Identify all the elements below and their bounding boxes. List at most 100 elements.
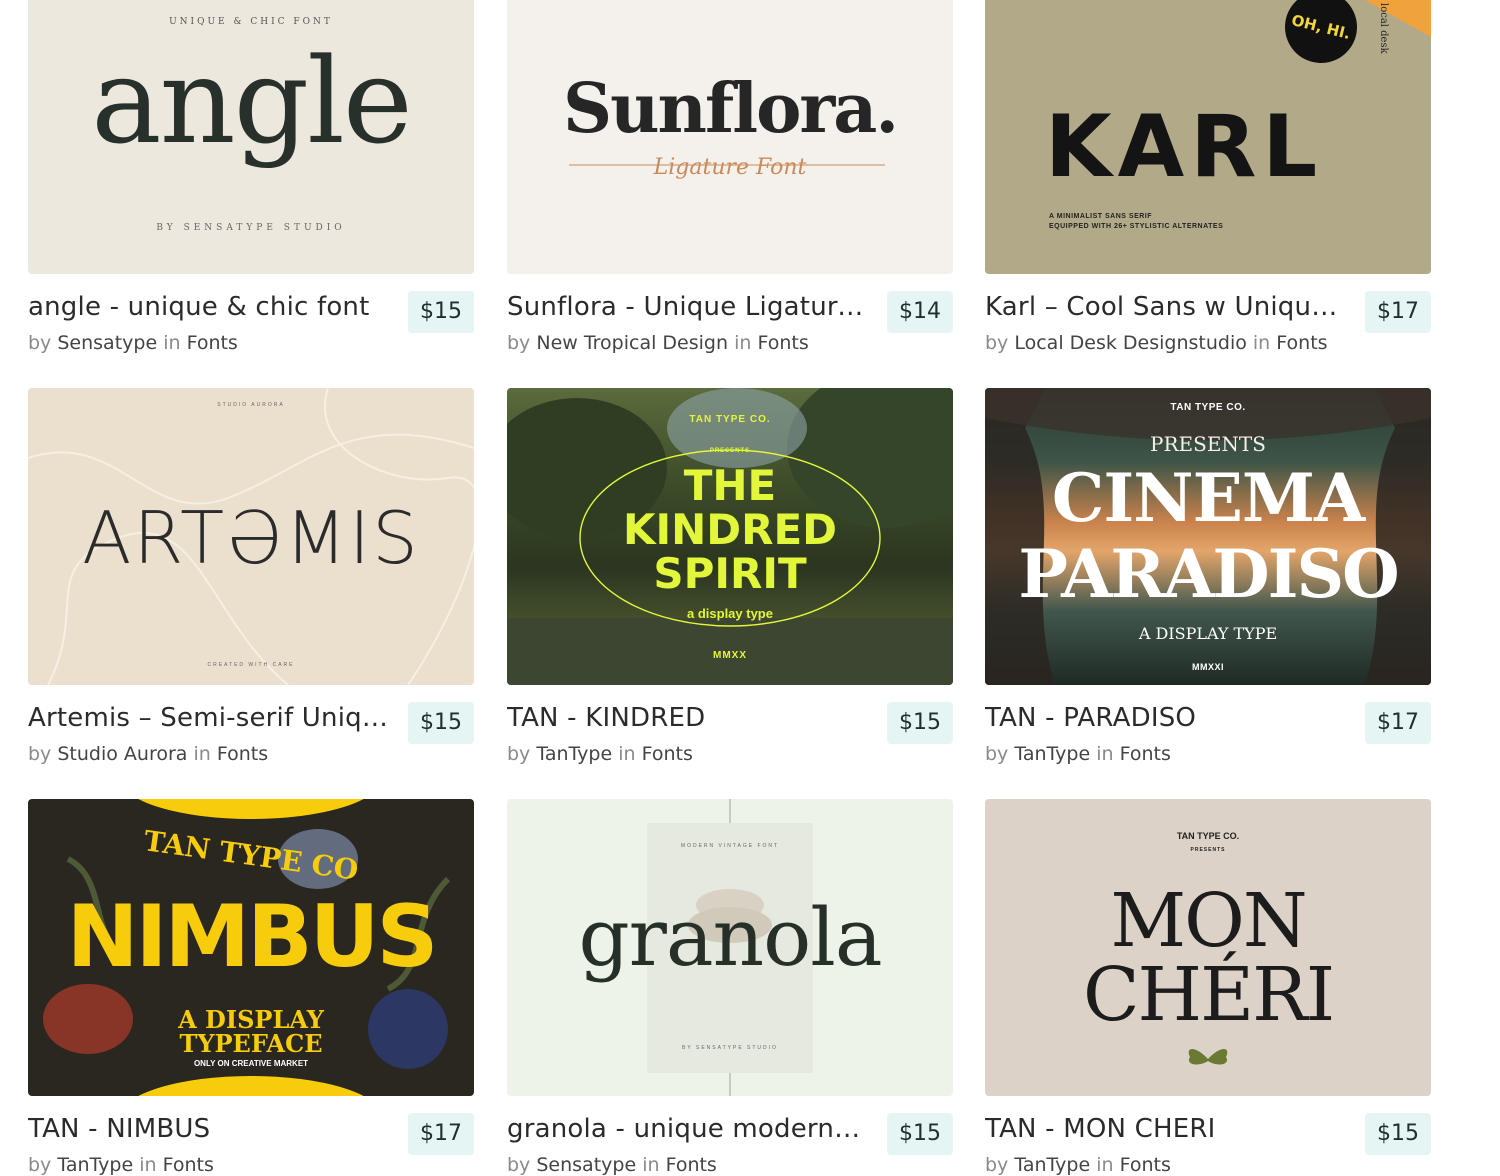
product-thumbnail[interactable]: STUDIO AURORA ARTƏMIS CREATED WITH CARE [28, 388, 474, 685]
in-label: in [1096, 743, 1114, 765]
author-link[interactable]: Sensatype [536, 1154, 636, 1176]
thumb-subline-2: EQUIPPED WITH 26+ STYLISTIC ALTERNATES [1049, 223, 1224, 230]
category-link[interactable]: Fonts [1120, 1154, 1171, 1176]
product-title[interactable]: angle - unique & chic font [28, 292, 388, 322]
author-link[interactable]: TanType [57, 1154, 133, 1176]
thumb-subline-1: A MINIMALIST SANS SERIF [1049, 213, 1153, 220]
product-card: TAN TYPE CO. PRESENTS THE KINDRED SPIRIT… [507, 388, 953, 765]
price-badge: $14 [887, 291, 953, 333]
product-card: OH, HI. local desk KARL A MINIMALIST SAN… [985, 0, 1431, 354]
product-title[interactable]: Sunflora - Unique Ligature Font [507, 292, 867, 322]
product-thumbnail[interactable]: TAN TYPE CO. PRESENTS MON CHÉRI [985, 799, 1431, 1096]
thumb-presents: PRESENTS [1150, 432, 1266, 456]
product-title[interactable]: Artemis – Semi-serif Unique Font [28, 703, 388, 733]
product-title[interactable]: TAN - MON CHERI [985, 1114, 1345, 1144]
product-card: TAN TYPE CO. PRESENTS MON CHÉRI TAN - MO… [985, 799, 1431, 1176]
category-link[interactable]: Fonts [1276, 332, 1327, 354]
product-card: MODERN VINTAGE FONT granola BY SENSATYPE… [507, 799, 953, 1176]
product-title[interactable]: TAN - PARADISO [985, 703, 1345, 733]
thumb-line-2: KINDRED [622, 505, 838, 554]
product-title[interactable]: granola - unique modern vintage font [507, 1114, 867, 1144]
product-thumbnail[interactable]: OH, HI. local desk KARL A MINIMALIST SAN… [985, 0, 1431, 274]
thumb-tagline: STUDIO AURORA [217, 402, 285, 408]
by-label: by [985, 332, 1009, 354]
price-badge: $15 [408, 702, 474, 744]
category-link[interactable]: Fonts [757, 332, 808, 354]
price-badge: $17 [1365, 291, 1431, 333]
by-label: by [28, 743, 52, 765]
product-title[interactable]: TAN - NIMBUS [28, 1114, 388, 1144]
product-card: TAN TYPE CO NIMBUS A DISPLAY TYPEFACE ON… [28, 799, 474, 1176]
thumb-wordmark: angle [91, 32, 412, 170]
thumb-subline-2: TYPEFACE [179, 1029, 323, 1058]
product-byline: by TanType in Fonts [28, 1154, 214, 1176]
product-card: STUDIO AURORA ARTƏMIS CREATED WITH CARE … [28, 388, 474, 765]
product-thumbnail[interactable]: MODERN VINTAGE FONT granola BY SENSATYPE… [507, 799, 953, 1096]
in-label: in [163, 332, 181, 354]
by-label: by [507, 743, 531, 765]
thumb-line-3: SPIRIT [653, 549, 807, 598]
by-label: by [507, 332, 531, 354]
author-link[interactable]: TanType [1014, 743, 1090, 765]
category-link[interactable]: Fonts [666, 1154, 717, 1176]
product-card: Sunflora. Ligature Font Sunflora - Uniqu… [507, 0, 953, 354]
thumb-wordmark: ARTƏMIS [82, 496, 420, 580]
author-link[interactable]: New Tropical Design [536, 332, 728, 354]
category-link[interactable]: Fonts [187, 332, 238, 354]
in-label: in [618, 743, 636, 765]
by-label: by [28, 332, 52, 354]
author-link[interactable]: Sensatype [57, 332, 157, 354]
thumb-tagline: TAN TYPE CO. [1170, 402, 1246, 413]
product-byline: by Sensatype in Fonts [507, 1154, 717, 1176]
product-thumbnail[interactable]: UNIQUE & CHIC FONT angle BY SENSATYPE ST… [28, 0, 474, 274]
product-byline: by TanType in Fonts [985, 1154, 1171, 1176]
product-byline: by Local Desk Designstudio in Fonts [985, 332, 1328, 354]
author-link[interactable]: TanType [536, 743, 612, 765]
thumb-credit: BY SENSATYPE STUDIO [156, 223, 346, 233]
product-byline: by Sensatype in Fonts [28, 332, 238, 354]
by-label: by [985, 743, 1009, 765]
price-badge: $15 [887, 702, 953, 744]
in-label: in [193, 743, 211, 765]
product-thumbnail[interactable]: TAN TYPE CO NIMBUS A DISPLAY TYPEFACE ON… [28, 799, 474, 1096]
in-label: in [642, 1154, 660, 1176]
thumb-credit: BY SENSATYPE STUDIO [682, 1045, 778, 1051]
by-label: by [985, 1154, 1009, 1176]
product-title[interactable]: TAN - KINDRED [507, 703, 867, 733]
price-badge: $17 [408, 1113, 474, 1155]
ligature-line [569, 164, 885, 166]
category-link[interactable]: Fonts [642, 743, 693, 765]
in-label: in [1252, 332, 1271, 354]
product-title[interactable]: Karl – Cool Sans w Unique Alternates [985, 292, 1345, 322]
corner-brand: local desk [1378, 3, 1389, 54]
thumb-tagline: UNIQUE & CHIC FONT [169, 17, 333, 27]
product-thumbnail[interactable]: Sunflora. Ligature Font [507, 0, 953, 274]
in-label: in [1096, 1154, 1114, 1176]
thumb-tagline: TAN TYPE CO. [689, 414, 771, 425]
category-link[interactable]: Fonts [1120, 743, 1171, 765]
product-byline: by Studio Aurora in Fonts [28, 743, 268, 765]
thumb-line-1: THE [683, 461, 777, 510]
thumb-year: MMXXI [1191, 662, 1224, 672]
product-thumbnail[interactable]: TAN TYPE CO. PRESENTS THE KINDRED SPIRIT… [507, 388, 953, 685]
thumb-subtitle: a display type [687, 606, 773, 621]
by-label: by [507, 1154, 531, 1176]
product-byline: by New Tropical Design in Fonts [507, 332, 809, 354]
author-link[interactable]: TanType [1014, 1154, 1090, 1176]
product-thumbnail[interactable]: TAN TYPE CO. PRESENTS CINEMA PARADISO A … [985, 388, 1431, 685]
in-label: in [734, 332, 752, 354]
category-link[interactable]: Fonts [217, 743, 268, 765]
product-card: UNIQUE & CHIC FONT angle BY SENSATYPE ST… [28, 0, 474, 354]
thumb-subtitle: A DISPLAY TYPE [1138, 624, 1278, 643]
price-badge: $15 [408, 291, 474, 333]
thumb-line-1: CINEMA [1051, 459, 1365, 537]
thumb-wordmark: NIMBUS [66, 887, 439, 987]
thumb-year: MMXX [713, 650, 747, 661]
author-link[interactable]: Local Desk Designstudio [1014, 332, 1247, 354]
thumb-script: Ligature Font [653, 155, 807, 180]
price-badge: $15 [887, 1113, 953, 1155]
price-badge: $15 [1365, 1113, 1431, 1155]
product-card: TAN TYPE CO. PRESENTS CINEMA PARADISO A … [985, 388, 1431, 765]
author-link[interactable]: Studio Aurora [57, 743, 187, 765]
category-link[interactable]: Fonts [163, 1154, 214, 1176]
